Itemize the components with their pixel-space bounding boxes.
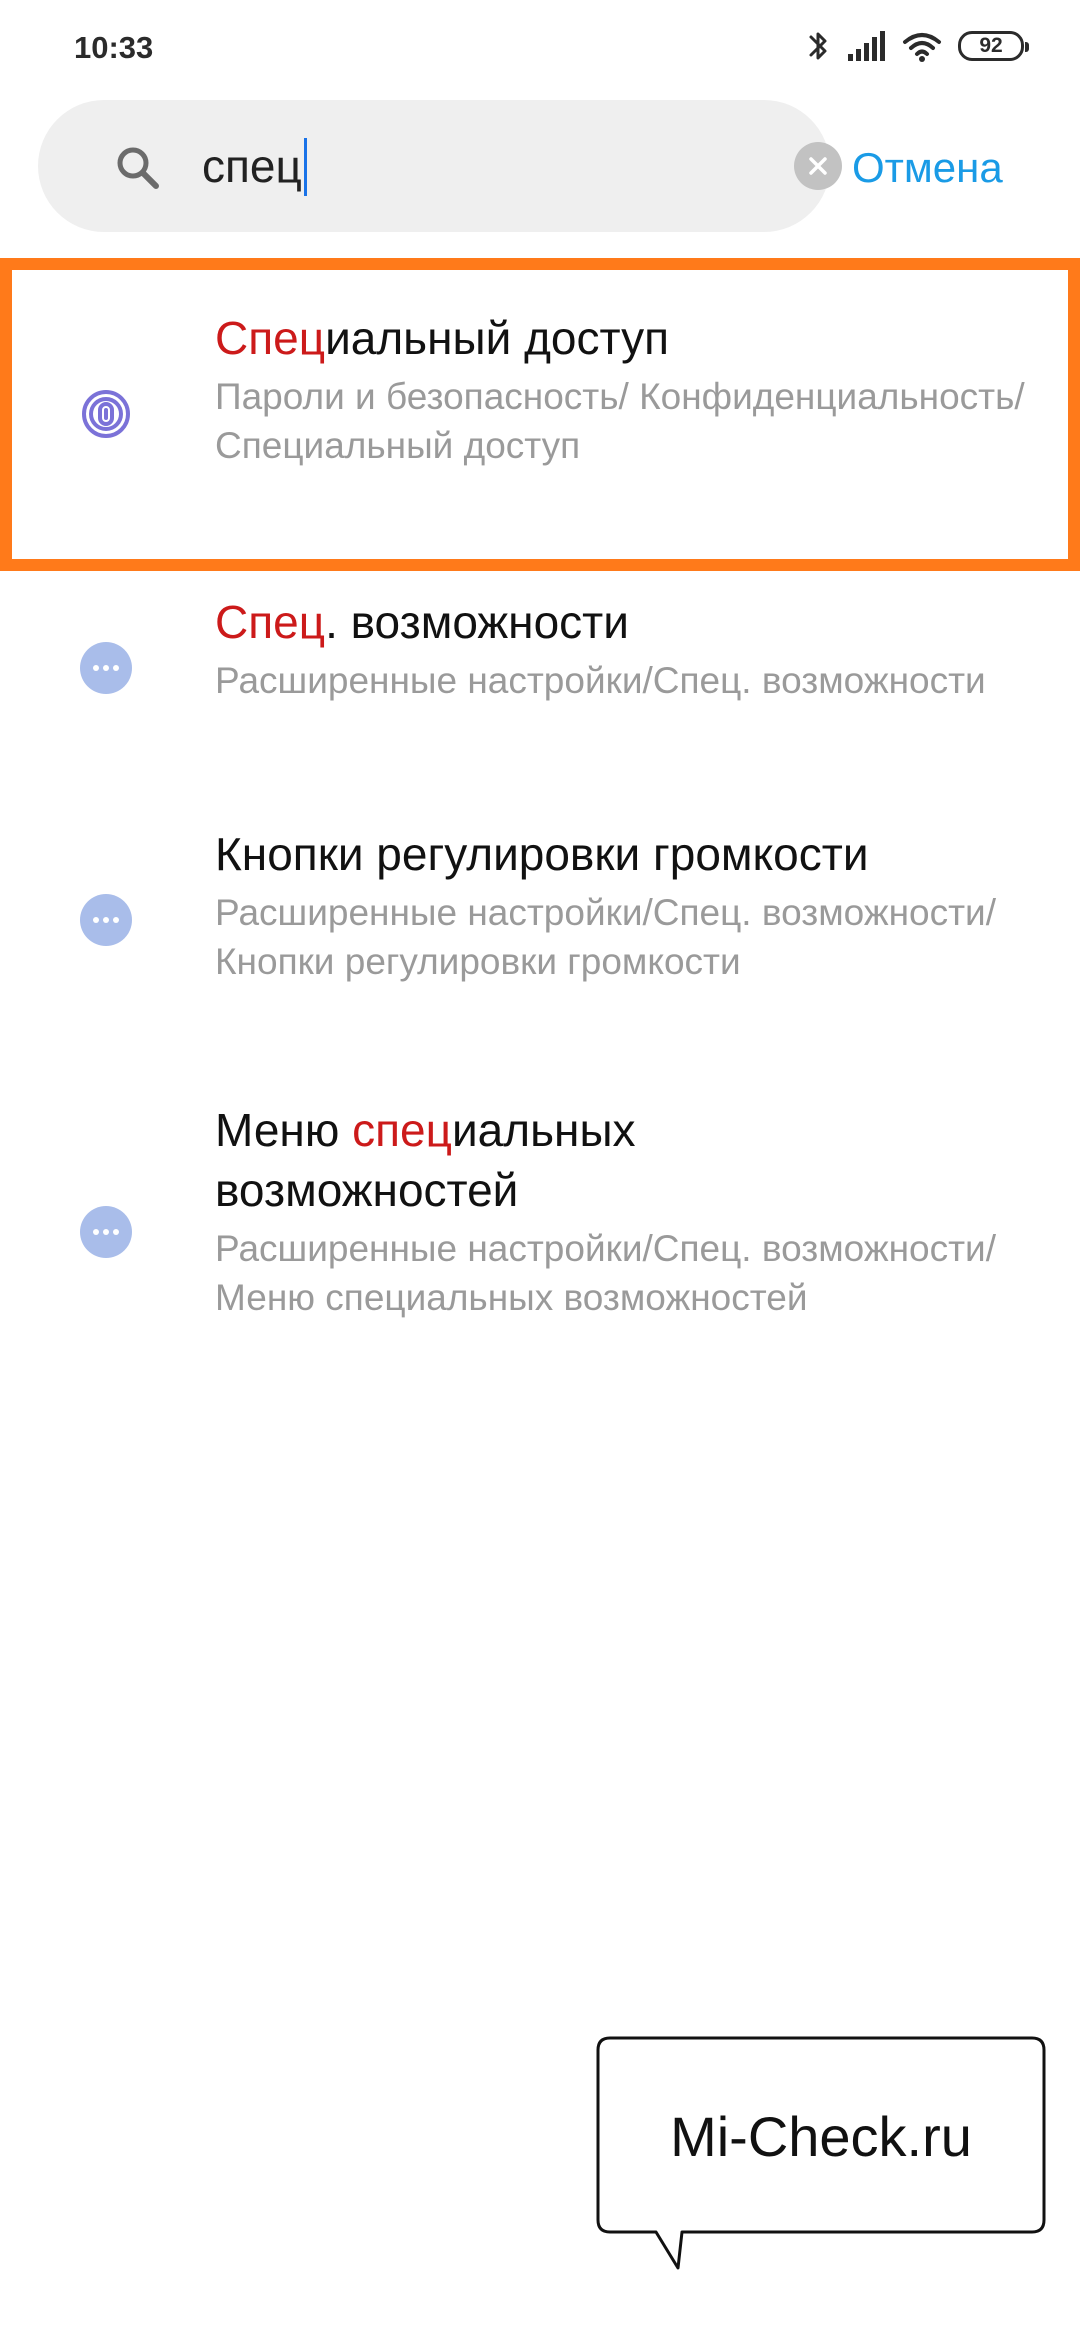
title-part: иальный доступ (325, 312, 670, 364)
battery-level: 92 (979, 34, 1003, 57)
result-item-volume-buttons[interactable]: Кнопки регулировки громкости Расширенные… (0, 818, 1080, 1038)
cancel-button[interactable]: Отмена (852, 140, 1003, 196)
title-match: спец (352, 1104, 452, 1156)
result-path: Расширенные настройки/Спец. возможности/… (215, 1228, 996, 1318)
search-results-screen: 10:33 92 спец Отмена Специальный доступ … (0, 0, 1080, 2340)
wifi-icon (903, 33, 941, 62)
status-time: 10:33 (74, 30, 154, 65)
result-text: Спец. возможности Расширенные настройки/… (215, 592, 1035, 705)
status-bar: 10:33 92 (0, 0, 1080, 96)
result-text: Кнопки регулировки громкости Расширенные… (215, 824, 1035, 986)
result-path: Расширенные настройки/Спец. возможности (215, 660, 986, 701)
result-title: Спец. возможности (215, 592, 1035, 652)
result-text: Меню специальных возможностей Расширенны… (215, 1100, 996, 1322)
title-part: Кнопки регулировки громкости (215, 828, 869, 880)
result-title: Кнопки регулировки громкости (215, 824, 1035, 884)
clear-button[interactable] (794, 142, 842, 190)
result-path: Пароли и безопасность/ Конфиденциальност… (215, 376, 1025, 466)
watermark-callout: Mi-Check.ru (596, 2036, 1046, 2270)
result-text: Специальный доступ Пароли и безопасность… (215, 308, 1035, 470)
title-part: Меню (215, 1104, 353, 1156)
result-path: Расширенные настройки/Спец. возможности/… (215, 892, 996, 982)
fingerprint-icon (82, 390, 130, 438)
title-match: Спец (215, 312, 326, 364)
title-match: Спец (215, 596, 326, 648)
result-item-special-access[interactable]: Специальный доступ Пароли и безопасность… (0, 270, 1080, 560)
search-icon (117, 147, 159, 189)
result-item-accessibility-menu[interactable]: Меню специальных возможностей Расширенны… (0, 1096, 1080, 1376)
clear-icon (809, 157, 827, 175)
status-icons: 92 (806, 28, 1029, 64)
search-field[interactable]: спец (38, 100, 842, 232)
search-row: спец Отмена (0, 100, 1080, 232)
result-title: Специальный доступ (215, 308, 1035, 368)
title-part: . возможности (325, 596, 629, 648)
more-dots-icon (80, 642, 132, 694)
result-item-accessibility[interactable]: Спец. возможности Расширенные настройки/… (0, 588, 1080, 758)
speech-bubble-shape (596, 2036, 1046, 2270)
battery-icon: 92 (958, 31, 1029, 61)
text-caret (303, 137, 307, 196)
search-query: спец (202, 140, 302, 192)
more-dots-icon (80, 1206, 132, 1258)
signal-icon (848, 31, 885, 61)
bluetooth-icon (809, 32, 827, 60)
more-dots-icon (80, 894, 132, 946)
search-input[interactable]: спец (202, 136, 307, 196)
watermark-text: Mi-Check.ru (670, 2105, 972, 2168)
result-title: Меню специальных возможностей (215, 1100, 775, 1220)
